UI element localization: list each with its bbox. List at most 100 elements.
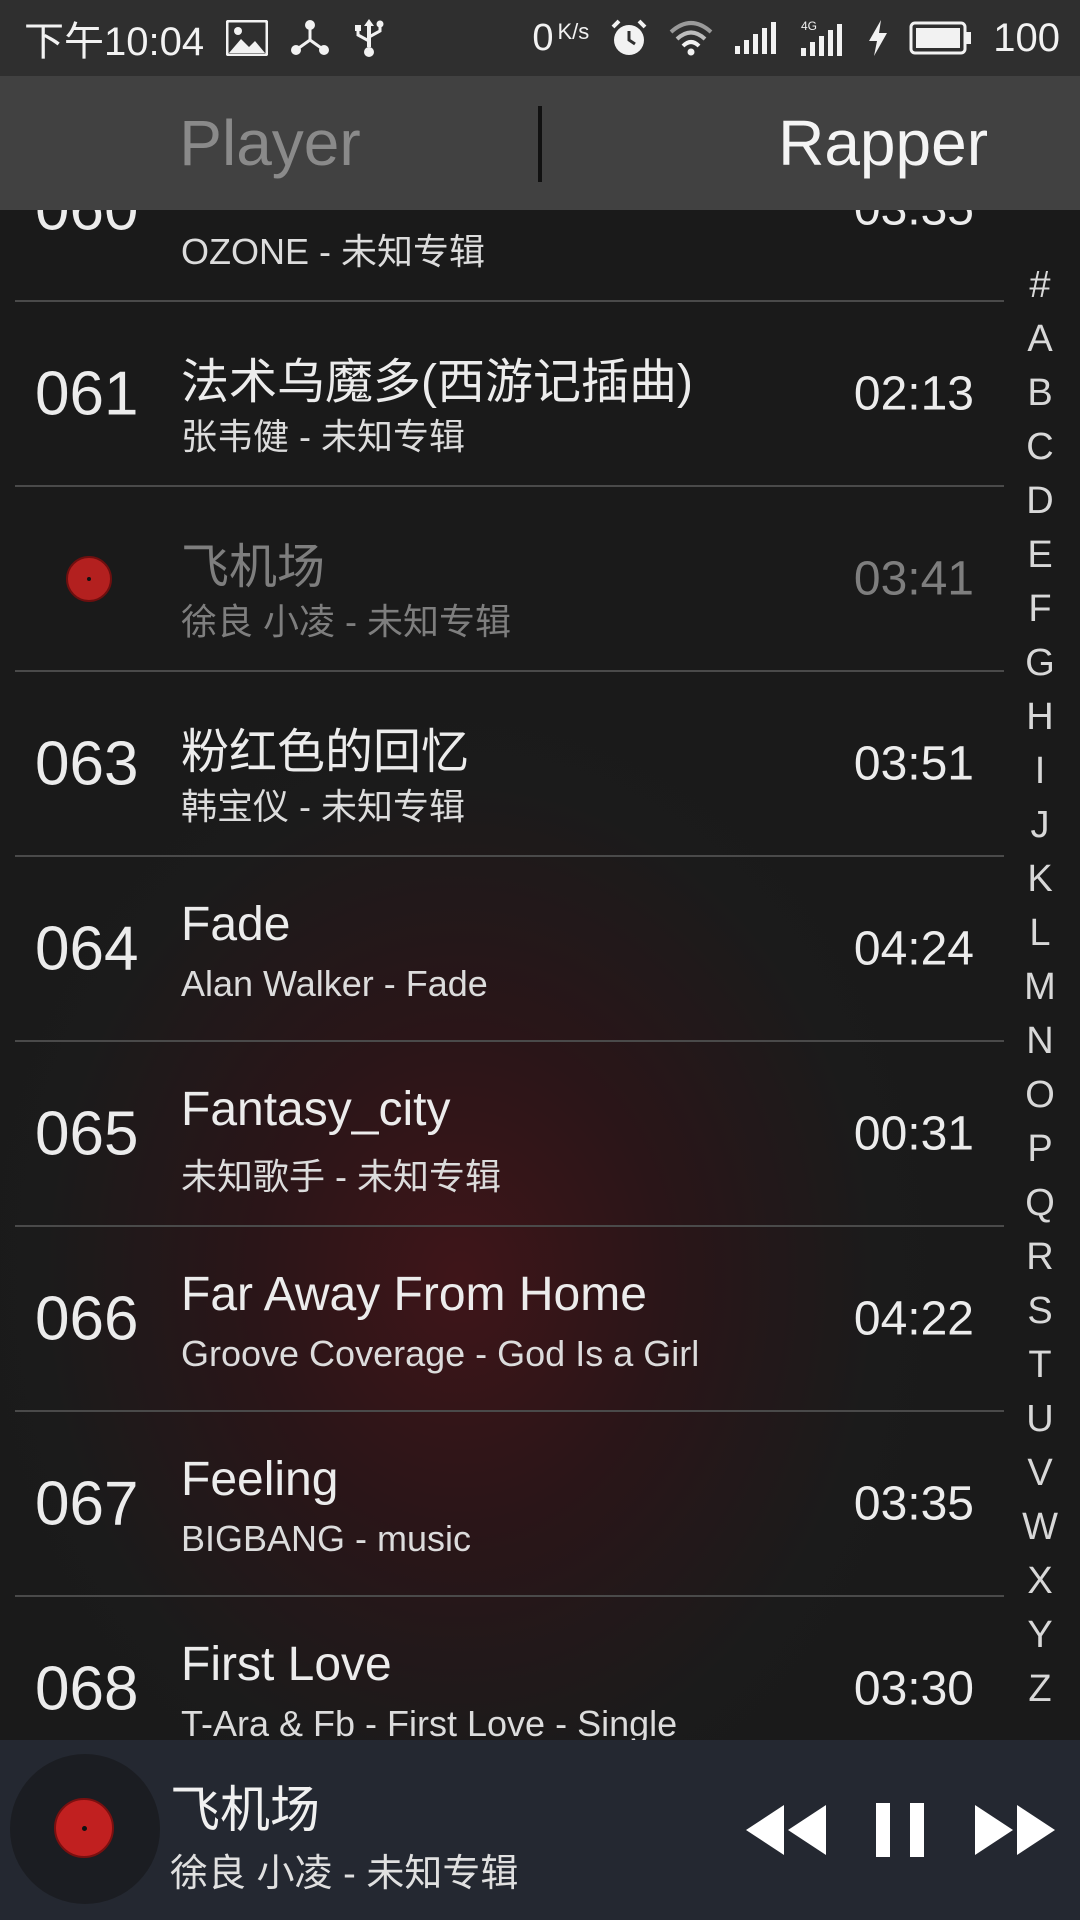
song-duration: 03:35 <box>854 210 974 236</box>
status-bar: 下午10:04 0 K/s 4G 100 <box>0 0 1080 76</box>
signal-icon <box>733 20 779 56</box>
tab-player[interactable]: Player <box>0 76 540 210</box>
alphabet-index-letter[interactable]: V <box>1027 1446 1052 1500</box>
alphabet-index-letter[interactable]: W <box>1022 1500 1058 1554</box>
song-artist-album: 未知歌手 - 未知专辑 <box>181 1156 501 1197</box>
song-row[interactable]: 063 粉红色的回忆 韩宝仪 - 未知专辑 03:51 <box>15 672 1004 857</box>
song-duration: 03:51 <box>853 737 974 790</box>
song-number: 063 <box>35 729 139 798</box>
alphabet-index-letter[interactable]: C <box>1026 420 1053 474</box>
song-artist-album: 张韦健 - 未知专辑 <box>181 416 465 457</box>
song-duration: 03:35 <box>853 1477 974 1530</box>
alphabet-index-letter[interactable]: G <box>1025 636 1055 690</box>
song-title: Feeling <box>181 1453 339 1506</box>
song-row[interactable]: 065 Fantasy_city 未知歌手 - 未知专辑 00:31 <box>15 1042 1004 1227</box>
battery-level: 100 <box>993 15 1060 60</box>
alphabet-index-letter[interactable]: Q <box>1025 1176 1055 1230</box>
alphabet-index-letter[interactable]: T <box>1028 1338 1051 1392</box>
pause-button[interactable] <box>870 1788 930 1872</box>
song-row[interactable]: 066 Far Away From Home Groove Coverage -… <box>15 1227 1004 1412</box>
song-duration: 04:22 <box>853 1292 974 1345</box>
alphabet-index-letter[interactable]: P <box>1027 1122 1052 1176</box>
song-row[interactable]: 064 Fade Alan Walker - Fade 04:24 <box>15 857 1004 1042</box>
svg-text:4G: 4G <box>801 19 817 33</box>
alphabet-index-letter[interactable]: # <box>1029 258 1050 312</box>
alphabet-index-letter[interactable]: H <box>1026 690 1053 744</box>
alphabet-index-letter[interactable]: N <box>1026 1014 1053 1068</box>
alphabet-index-letter[interactable]: A <box>1027 312 1052 366</box>
now-playing-artist-album: 徐良 小凌 - 未知专辑 <box>170 1853 519 1895</box>
alarm-icon <box>609 18 649 58</box>
song-list[interactable]: 060 OZONE - 未知专辑 03:35 061 法术乌魔多(西游记插曲) … <box>0 210 1004 1740</box>
alphabet-index-letter[interactable]: Y <box>1027 1608 1052 1662</box>
song-number: 068 <box>35 1654 139 1723</box>
song-title: 飞机场 <box>181 541 326 594</box>
song-list-area[interactable]: 060 OZONE - 未知专辑 03:35 061 法术乌魔多(西游记插曲) … <box>0 210 1080 1740</box>
song-number: 066 <box>35 1284 139 1353</box>
song-artist-album: 徐良 小凌 - 未知专辑 <box>181 601 511 642</box>
now-playing-disc-icon <box>66 555 112 602</box>
alphabet-index-letter[interactable]: U <box>1026 1392 1053 1446</box>
now-playing-bar[interactable]: 飞机场 徐良 小凌 - 未知专辑 <box>0 1740 1080 1920</box>
network-speed-value: 0 <box>532 16 554 59</box>
pause-icon <box>876 1803 924 1857</box>
song-row[interactable]: 068 First Love T-Ara & Fb - First Love -… <box>15 1597 1004 1740</box>
song-title: Fade <box>181 898 291 951</box>
signal-4g-icon: 4G <box>799 18 847 58</box>
alphabet-index-letter[interactable]: S <box>1027 1284 1052 1338</box>
song-artist-album: Alan Walker - Fade <box>181 963 488 1004</box>
alphabet-index-letter[interactable]: O <box>1025 1068 1055 1122</box>
alphabet-index-letter[interactable]: M <box>1024 960 1056 1014</box>
alphabet-index-letter[interactable]: X <box>1027 1554 1052 1608</box>
song-duration: 03:30 <box>853 1662 974 1715</box>
vinyl-disc-icon <box>54 1798 114 1858</box>
song-duration: 02:13 <box>853 367 974 420</box>
network-speed: 0 K/s <box>532 17 589 60</box>
image-icon <box>226 20 269 56</box>
song-number: 060 <box>35 210 165 244</box>
alphabet-index-letter[interactable]: D <box>1026 474 1053 528</box>
song-artist-album: Groove Coverage - God Is a Girl <box>181 1333 700 1374</box>
usb-icon <box>352 17 386 59</box>
alphabet-index-letter[interactable]: F <box>1028 582 1051 636</box>
alphabet-index-letter[interactable]: E <box>1027 528 1052 582</box>
tab-divider <box>538 106 542 182</box>
now-playing-title: 飞机场 <box>170 1782 320 1838</box>
top-tab-bar: Player Rapper <box>0 76 1080 210</box>
share-icon <box>290 18 330 58</box>
song-artist-album: OZONE - 未知专辑 <box>181 231 485 272</box>
alphabet-index-letter[interactable]: Z <box>1028 1662 1051 1716</box>
alphabet-index-letter[interactable]: B <box>1027 366 1052 420</box>
tab-rapper[interactable]: Rapper <box>540 76 1080 210</box>
previous-button[interactable] <box>744 1788 828 1872</box>
fast-forward-icon <box>975 1805 1055 1855</box>
next-button[interactable] <box>970 1788 1060 1872</box>
song-row[interactable]: 060 OZONE - 未知专辑 03:35 <box>15 210 1004 302</box>
charging-icon <box>867 19 889 57</box>
song-title: First Love <box>181 1638 392 1691</box>
rewind-icon <box>746 1805 826 1855</box>
alphabet-index-letter[interactable]: R <box>1026 1230 1053 1284</box>
wifi-icon <box>669 20 713 56</box>
song-row[interactable]: 067 Feeling BIGBANG - music 03:35 <box>15 1412 1004 1597</box>
song-title: 粉红色的回忆 <box>181 726 470 779</box>
album-art[interactable] <box>10 1754 160 1904</box>
alphabet-index[interactable]: # A B C D E F G H I J K L M N O P Q R S T U V W X Y Z <box>1010 258 1070 1716</box>
song-row-now-playing[interactable]: 飞机场 徐良 小凌 - 未知专辑 03:41 <box>15 487 1004 672</box>
alphabet-index-letter[interactable]: J <box>1031 798 1050 852</box>
song-row[interactable]: 061 法术乌魔多(西游记插曲) 张韦健 - 未知专辑 02:13 <box>15 302 1004 487</box>
song-artist-album: BIGBANG - music <box>181 1518 472 1559</box>
alphabet-index-letter[interactable]: K <box>1027 852 1052 906</box>
song-artist-album: 韩宝仪 - 未知专辑 <box>181 786 465 827</box>
status-time: 下午10:04 <box>24 20 205 64</box>
battery-icon <box>909 21 973 55</box>
song-number: 064 <box>35 914 139 983</box>
alphabet-index-letter[interactable]: I <box>1035 744 1046 798</box>
song-artist-album: T-Ara & Fb - First Love - Single <box>181 1703 678 1740</box>
network-speed-unit: K/s <box>557 18 590 44</box>
song-title: Far Away From Home <box>181 1268 647 1321</box>
song-title: 法术乌魔多(西游记插曲) <box>181 356 693 409</box>
song-duration: 04:24 <box>853 922 974 975</box>
alphabet-index-letter[interactable]: L <box>1029 906 1050 960</box>
song-number: 061 <box>35 359 139 428</box>
